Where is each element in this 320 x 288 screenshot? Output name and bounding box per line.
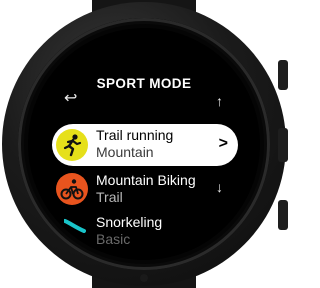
sport-subtype: Basic bbox=[96, 231, 131, 247]
sport-subtype: Mountain bbox=[96, 144, 154, 160]
screen-title: SPORT MODE bbox=[96, 76, 192, 91]
chevron-right-icon[interactable]: > bbox=[219, 136, 228, 152]
middle-button[interactable] bbox=[278, 128, 288, 162]
mountain-biking-icon bbox=[56, 173, 88, 205]
sport-subtype: Trail bbox=[96, 189, 123, 205]
watch-screen: SPORT MODE ↩ ↑ ↓ Trail running Mountain … bbox=[28, 28, 260, 260]
swimming-icon bbox=[63, 217, 86, 238]
upper-button[interactable] bbox=[278, 60, 288, 90]
sport-name: Snorkeling bbox=[96, 214, 163, 230]
sport-name: Trail running bbox=[96, 127, 174, 143]
sport-item-trail-running[interactable]: Trail running Mountain > bbox=[52, 124, 238, 166]
watch-photo: SPORT MODE ↩ ↑ ↓ Trail running Mountain … bbox=[0, 0, 288, 288]
back-arrow-icon[interactable]: ↩ bbox=[64, 91, 77, 107]
sport-item-snorkeling[interactable]: Snorkeling Basic bbox=[52, 211, 238, 251]
lower-button[interactable] bbox=[278, 200, 288, 230]
bottom-sensor-dot bbox=[140, 274, 148, 282]
trail-running-icon bbox=[56, 129, 88, 161]
sport-name: Mountain Biking bbox=[96, 172, 196, 188]
arrow-up-icon[interactable]: ↑ bbox=[216, 94, 223, 108]
sport-item-mountain-biking[interactable]: Mountain Biking Trail bbox=[52, 169, 238, 209]
